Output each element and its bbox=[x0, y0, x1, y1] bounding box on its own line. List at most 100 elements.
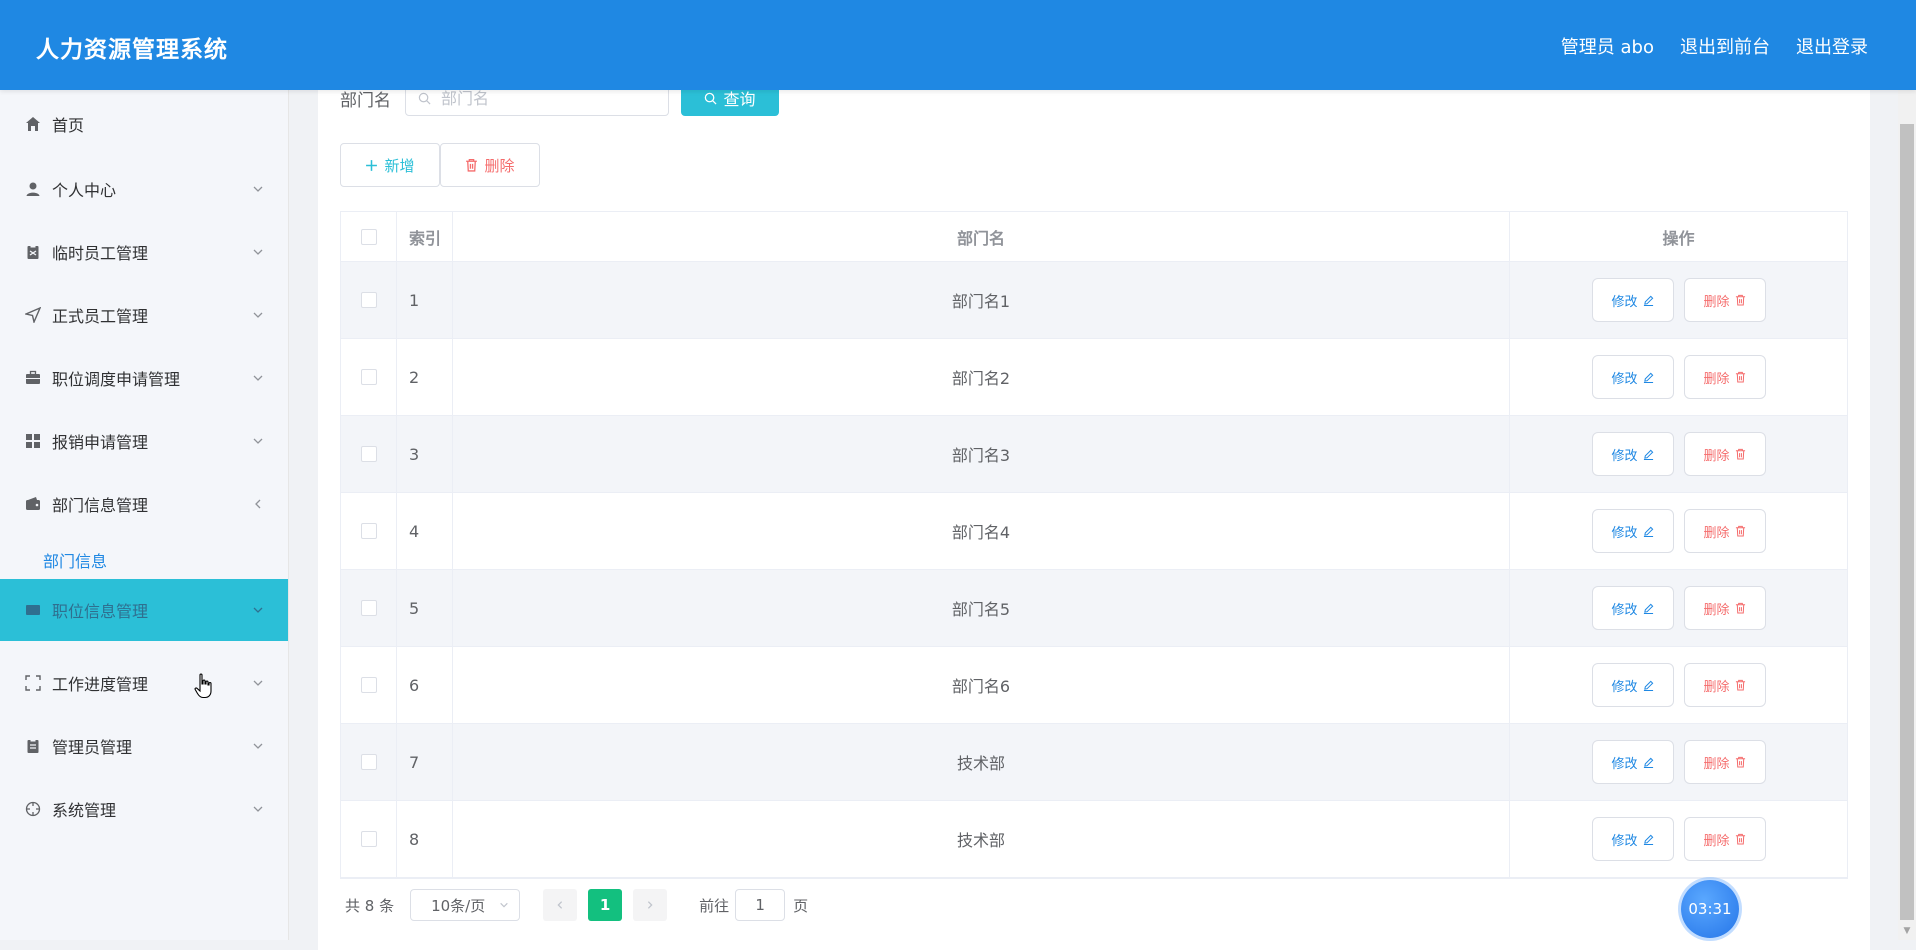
sidebar-item-department-info[interactable]: 部门信息管理 bbox=[0, 473, 288, 535]
table-row: 2 部门名2 修改 删除 bbox=[341, 339, 1847, 416]
row-checkbox[interactable] bbox=[360, 446, 377, 462]
compass-icon bbox=[24, 800, 42, 818]
select-all-checkbox[interactable] bbox=[360, 228, 377, 245]
sidebar-item-admin-manage[interactable]: 管理员管理 bbox=[0, 715, 288, 777]
header-operations: 操作 bbox=[1662, 228, 1695, 248]
delete-button-label: 删除 bbox=[1703, 371, 1730, 387]
row-index: 6 bbox=[397, 647, 453, 723]
edit-button-label: 修改 bbox=[1611, 525, 1638, 541]
plus-icon bbox=[366, 159, 378, 171]
page-number-current[interactable]: 1 bbox=[588, 889, 623, 921]
chevron-down-icon bbox=[253, 680, 263, 686]
next-page-button[interactable] bbox=[633, 889, 668, 921]
sidebar-item-home[interactable]: 首页 bbox=[0, 93, 288, 155]
edit-button[interactable]: 修改 bbox=[1591, 586, 1674, 630]
chevron-down-icon bbox=[500, 902, 508, 908]
delete-button[interactable]: 删除 bbox=[1683, 355, 1766, 399]
row-checkbox[interactable] bbox=[360, 369, 377, 385]
edit-icon bbox=[1643, 526, 1653, 537]
header-links: 管理员 abo 退出到前台 退出登录 bbox=[1561, 33, 1868, 59]
sidebar-item-formal-staff[interactable]: 正式员工管理 bbox=[0, 284, 288, 346]
sidebar-item-label: 个人中心 bbox=[52, 181, 117, 200]
row-check-cell bbox=[341, 570, 397, 646]
sidebar-item-temp-staff[interactable]: 临时员工管理 bbox=[0, 221, 288, 283]
sidebar-item-label: 正式员工管理 bbox=[52, 307, 149, 326]
edit-button[interactable]: 修改 bbox=[1591, 432, 1674, 476]
delete-button[interactable]: 删除 bbox=[1683, 740, 1766, 784]
row-index: 8 bbox=[397, 801, 453, 877]
add-button[interactable]: 新增 bbox=[340, 143, 440, 187]
delete-button-label: 删除 bbox=[1703, 833, 1730, 849]
edit-icon bbox=[1643, 372, 1653, 383]
card-icon bbox=[24, 601, 42, 619]
table-row: 4 部门名4 修改 删除 bbox=[341, 493, 1847, 570]
edit-button[interactable]: 修改 bbox=[1591, 278, 1674, 322]
delete-button[interactable]: 删除 bbox=[1683, 586, 1766, 630]
page-size-select[interactable]: 10条/页 bbox=[410, 889, 521, 921]
row-checkbox[interactable] bbox=[360, 831, 377, 847]
trash-icon bbox=[466, 158, 478, 172]
logout-link[interactable]: 退出登录 bbox=[1796, 33, 1868, 59]
edit-button[interactable]: 修改 bbox=[1591, 740, 1674, 784]
table-row: 3 部门名3 修改 删除 bbox=[341, 416, 1847, 493]
edit-button[interactable]: 修改 bbox=[1591, 663, 1674, 707]
chevron-down-icon bbox=[253, 375, 263, 381]
delete-button[interactable]: 删除 bbox=[1683, 432, 1766, 476]
delete-button[interactable]: 删除 bbox=[1683, 817, 1766, 861]
edit-icon bbox=[1643, 757, 1653, 768]
delete-button-label: 删除 bbox=[1703, 294, 1730, 310]
prev-page-button[interactable] bbox=[543, 889, 578, 921]
exit-to-front-link[interactable]: 退出到前台 bbox=[1680, 33, 1770, 59]
row-operations: 修改 删除 bbox=[1510, 262, 1847, 338]
page-scrollbar[interactable]: ▲ ▼ bbox=[1898, 0, 1916, 940]
row-checkbox[interactable] bbox=[360, 677, 377, 693]
row-checkbox[interactable] bbox=[360, 754, 377, 770]
trash-icon bbox=[1735, 602, 1745, 614]
submenu-item-department-info[interactable]: 部门信息 bbox=[0, 538, 288, 582]
send-icon bbox=[24, 306, 42, 324]
sidebar-item-position-transfer[interactable]: 职位调度申请管理 bbox=[0, 347, 288, 409]
edit-button[interactable]: 修改 bbox=[1591, 509, 1674, 553]
row-checkbox[interactable] bbox=[360, 523, 377, 539]
sidebar-item-label: 职位信息管理 bbox=[52, 602, 149, 621]
row-check-cell bbox=[341, 801, 397, 877]
row-check-cell bbox=[341, 647, 397, 723]
sidebar-item-position-info[interactable]: 职位信息管理 bbox=[0, 579, 288, 641]
edit-button[interactable]: 修改 bbox=[1591, 817, 1674, 861]
sidebar-item-label: 管理员管理 bbox=[52, 738, 133, 757]
sidebar-item-reimbursement[interactable]: 报销申请管理 bbox=[0, 410, 288, 472]
timer-bubble[interactable]: 03:31 bbox=[1681, 880, 1739, 938]
row-department-name: 技术部 bbox=[453, 801, 1510, 877]
row-department-name: 技术部 bbox=[453, 724, 1510, 800]
trash-icon bbox=[1735, 371, 1745, 383]
sidebar-item-label: 工作进度管理 bbox=[52, 675, 149, 694]
batch-delete-button[interactable]: 删除 bbox=[440, 143, 540, 187]
sidebar-item-personal-center[interactable]: 个人中心 bbox=[0, 158, 288, 220]
goto-page-input[interactable] bbox=[735, 889, 786, 921]
scroll-down-arrow-icon[interactable]: ▼ bbox=[1898, 922, 1916, 940]
chevron-down-icon bbox=[253, 186, 263, 192]
document-icon bbox=[24, 737, 42, 755]
sidebar-item-system-manage[interactable]: 系统管理 bbox=[0, 778, 288, 840]
trash-icon bbox=[1735, 756, 1745, 768]
top-header: 人力资源管理系统 管理员 abo 退出到前台 退出登录 bbox=[0, 0, 1916, 90]
trash-icon bbox=[1735, 448, 1745, 460]
edit-button-label: 修改 bbox=[1611, 448, 1638, 464]
admin-user-link[interactable]: 管理员 abo bbox=[1561, 33, 1654, 59]
row-operations: 修改 删除 bbox=[1510, 416, 1847, 492]
row-department-name: 部门名5 bbox=[453, 570, 1510, 646]
row-department-name: 部门名4 bbox=[453, 493, 1510, 569]
edit-button-label: 修改 bbox=[1611, 294, 1638, 310]
delete-button[interactable]: 删除 bbox=[1683, 278, 1766, 322]
scroll-thumb[interactable] bbox=[1900, 124, 1914, 920]
row-operations: 修改 删除 bbox=[1510, 570, 1847, 646]
delete-button[interactable]: 删除 bbox=[1683, 663, 1766, 707]
row-operations: 修改 删除 bbox=[1510, 801, 1847, 877]
edit-button[interactable]: 修改 bbox=[1591, 355, 1674, 399]
department-search-input[interactable] bbox=[439, 87, 643, 109]
row-checkbox[interactable] bbox=[360, 292, 377, 308]
sidebar-item-work-progress[interactable]: 工作进度管理 bbox=[0, 652, 288, 714]
row-checkbox[interactable] bbox=[360, 600, 377, 616]
delete-button[interactable]: 删除 bbox=[1683, 509, 1766, 553]
sidebar-item-label: 首页 bbox=[52, 116, 85, 135]
